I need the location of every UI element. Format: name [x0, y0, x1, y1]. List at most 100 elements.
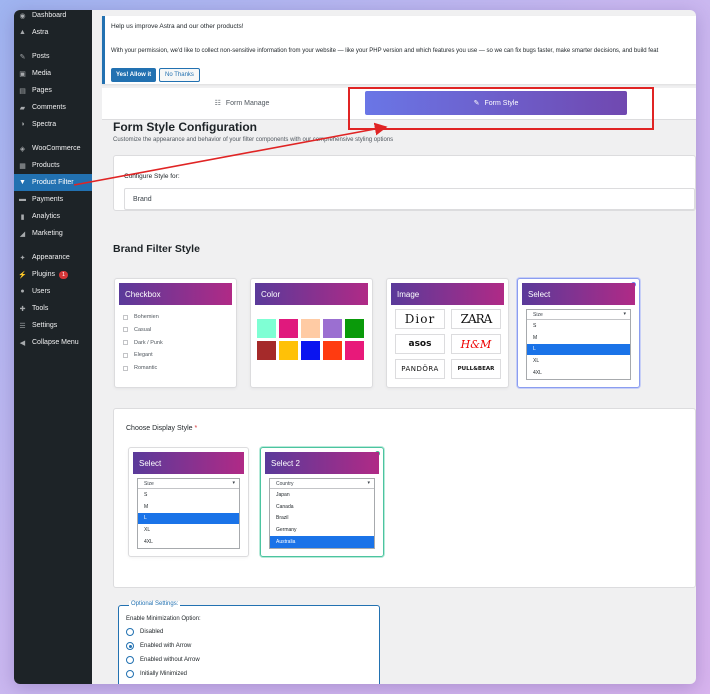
tab-form-manage-label: Form Manage: [225, 99, 270, 107]
sidebar-item-pages[interactable]: ▤ Pages: [14, 82, 92, 99]
select-placeholder: Country ▾: [270, 479, 374, 489]
brand-logo-5: PULL&BEAR: [451, 359, 501, 379]
select-option: Australia: [270, 536, 374, 548]
sidebar-item-payments[interactable]: ▬ Payments: [14, 191, 92, 208]
notice-body: With your permission, we'd like to colle…: [111, 48, 659, 54]
sidebar-item-marketing[interactable]: ◢ Marketing: [14, 225, 92, 242]
select-option: XL: [533, 358, 540, 365]
configure-style-label: Configure Style for:: [124, 173, 180, 180]
brand-logo-4: PANDÖRA: [395, 359, 445, 379]
required-marker: *: [194, 425, 198, 432]
sidebar-item-media[interactable]: ▣ Media: [14, 65, 92, 82]
sidebar-item-label: Collapse Menu: [32, 339, 79, 346]
spectra-icon: ◑: [20, 121, 25, 128]
configure-style-select[interactable]: Brand: [124, 188, 695, 210]
plugins-icon: ⚡: [18, 271, 27, 279]
sidebar-item-comments[interactable]: ▰ Comments: [14, 99, 92, 116]
radio-label: Disabled: [140, 629, 164, 635]
radio-icon: [126, 628, 134, 636]
color-swatch: [279, 319, 298, 338]
checkbox-icon: [123, 314, 128, 320]
radio-icon: [126, 642, 134, 650]
sidebar-item-collapse-menu[interactable]: ◀ Collapse Menu: [14, 334, 92, 351]
sidebar-item-plugins[interactable]: ⚡ Plugins 1: [14, 266, 92, 283]
annotation-highlight-box: [348, 87, 654, 130]
radio-icon: [126, 670, 134, 678]
pin-icon: ✎: [19, 53, 26, 61]
display-style-label: Choose Display Style *: [126, 425, 197, 432]
sidebar-item-posts[interactable]: ✎ Posts: [14, 48, 92, 65]
select-option: Canada: [276, 503, 294, 510]
select-option: Brazil: [276, 515, 289, 522]
chevron-down-icon: ▾: [232, 480, 235, 486]
select-placeholder-text: Country: [276, 480, 294, 487]
chevron-down-icon: ▾: [367, 480, 370, 486]
sidebar-item-dashboard[interactable]: ◉ Dashboard: [14, 10, 92, 24]
sidebar-item-settings[interactable]: ☰ Settings: [14, 317, 92, 334]
sidebar-item-products[interactable]: ▦ Products: [14, 157, 92, 174]
checkbox-option: Dark / Punk: [123, 340, 163, 346]
brand-logo-text: Dior: [404, 312, 436, 326]
checkbox-option-label: Dark / Punk: [134, 339, 163, 346]
checkbox-option-label: Romantic: [134, 365, 158, 372]
minimization-radio-disabled[interactable]: Disabled: [126, 628, 163, 636]
brand-logo-1: ZARA: [451, 309, 501, 329]
appearance-icon: ✦: [19, 254, 26, 262]
country-select-preview: Country ▾ Japan Canada Brazil Germany Australi…: [269, 478, 375, 549]
telemetry-notice: Help us improve Astra and our other prod…: [102, 16, 696, 84]
sidebar-item-product-filter[interactable]: ▼ Product Filter: [14, 174, 92, 191]
color-swatch: [257, 319, 276, 338]
sidebar-item-users[interactable]: ● Users: [14, 283, 92, 300]
sidebar-item-label: Spectra: [32, 121, 57, 128]
optional-settings-panel: Optional Settings: Enable Minimization O…: [118, 601, 380, 684]
sidebar-item-appearance[interactable]: ✦ Appearance: [14, 249, 92, 266]
select-option: 4XL: [144, 539, 153, 546]
brand-logo-text: PULL&BEAR: [457, 366, 495, 372]
style-card-checkbox[interactable]: Checkbox Bohemien Casual Dark / Punk Elegan…: [114, 278, 237, 388]
tab-form-manage[interactable]: ☷ Form Manage: [142, 91, 342, 115]
sidebar-item-astra[interactable]: ▲ Astra: [14, 24, 92, 41]
select-placeholder: Size ▾: [138, 479, 239, 489]
checkbox-icon: [123, 327, 128, 333]
card-header: Checkbox: [119, 283, 232, 305]
brand-logo-text: asos: [408, 339, 432, 349]
astra-icon: ▲: [19, 29, 26, 36]
sidebar-item-analytics[interactable]: ▮ Analytics: [14, 208, 92, 225]
brand-logo-text: PANDÖRA: [401, 365, 439, 373]
sidebar-item-spectra[interactable]: ◑ Spectra: [14, 116, 92, 133]
minimization-radio-initially-minimized[interactable]: Initially Minimized: [126, 670, 187, 678]
sidebar-item-label: Analytics: [32, 213, 61, 220]
select-option: 4XL: [533, 370, 542, 377]
radio-label: Enabled with Arrow: [140, 643, 192, 649]
display-card-select[interactable]: Select Size ▾ S M L XL 4XL: [128, 447, 249, 557]
checkbox-icon: [123, 352, 128, 358]
minimization-radio-enabled-with-arrow[interactable]: Enabled with Arrow: [126, 642, 191, 650]
sidebar-item-label: Pages: [32, 87, 52, 94]
payments-icon: ▬: [19, 196, 26, 203]
sidebar-item-tools[interactable]: ✚ Tools: [14, 300, 92, 317]
tools-icon: ✚: [19, 305, 26, 313]
configure-style-panel: Configure Style for: Brand: [113, 155, 696, 211]
sidebar-item-woocommerce[interactable]: ◈ WooCommerce: [14, 140, 92, 157]
sidebar-item-label: Tools: [32, 305, 49, 312]
checkbox-option-label: Casual: [134, 326, 152, 333]
display-card-select2[interactable]: Select 2 Country ▾ Japan Canada Brazil German…: [260, 447, 384, 557]
sidebar-item-label: Astra: [32, 29, 49, 36]
card-header: Select 2: [265, 452, 379, 474]
select-option: L: [527, 343, 630, 356]
sidebar-item-label: Comments: [32, 104, 66, 111]
allow-button[interactable]: Yes! Allow it: [111, 68, 157, 82]
page-title: Form Style Configuration: [113, 120, 257, 134]
checkbox-option: Elegant: [123, 352, 153, 358]
style-card-color[interactable]: Color: [250, 278, 373, 388]
style-card-image[interactable]: Image Dior ZARA asos H&M PANDÖRA PULL&BEAR: [386, 278, 509, 388]
style-card-select[interactable]: Select Size ▾ S M L XL 4XL: [517, 278, 640, 388]
checkbox-icon: [123, 365, 128, 371]
no-thanks-button[interactable]: No Thanks: [159, 68, 200, 82]
minimization-radio-enabled-without-arrow[interactable]: Enabled without Arrow: [126, 656, 200, 664]
brand-logo-text: ZARA: [460, 312, 493, 326]
sidebar-item-label: Plugins: [32, 271, 55, 278]
sidebar-item-label: Settings: [32, 322, 58, 329]
radio-label: Initially Minimized: [140, 671, 188, 677]
select-option: M: [533, 334, 538, 341]
